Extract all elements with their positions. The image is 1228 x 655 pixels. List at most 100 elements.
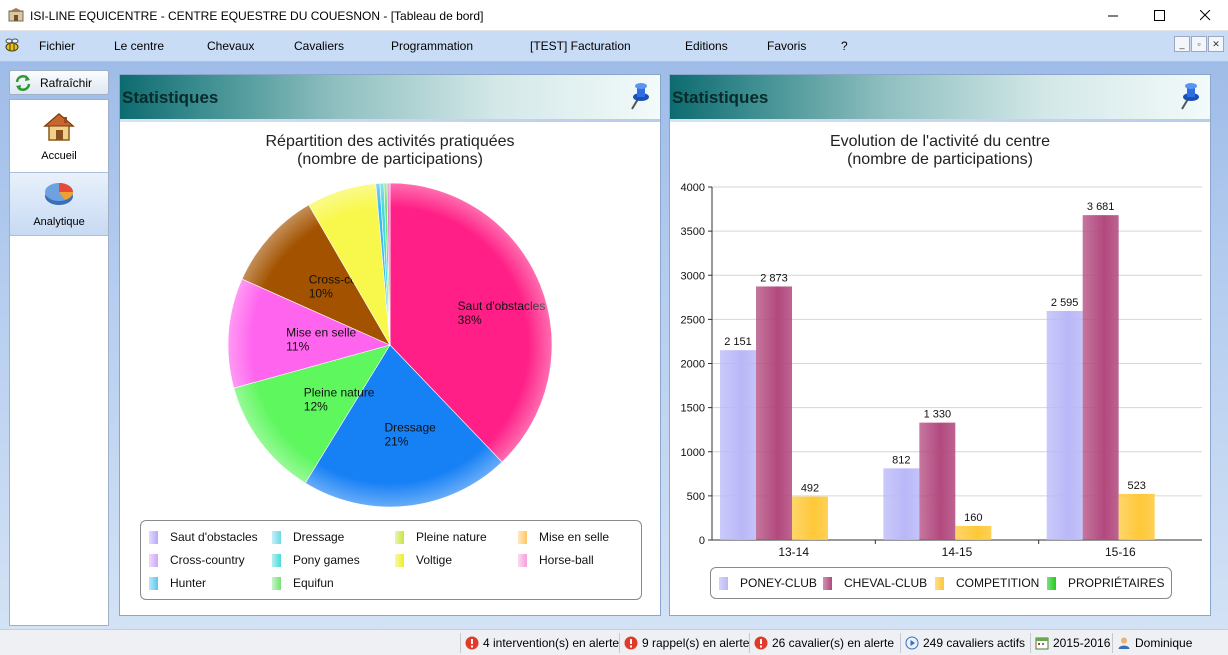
legend-swatch	[149, 530, 158, 544]
status-bar: 4 intervention(s) en alerte 9 rappel(s) …	[0, 629, 1228, 655]
mdi-restore-button[interactable]: ▫	[1191, 36, 1207, 52]
sidebar-item-analytique[interactable]: Analytique	[10, 172, 108, 236]
y-tick-label: 1000	[681, 447, 705, 459]
legend-swatch	[518, 553, 527, 567]
chart-subtitle: (nombre de participations)	[847, 151, 1033, 168]
legend-item-voltige: Voltige	[395, 553, 452, 567]
legend-label: Cross-country	[170, 553, 245, 567]
menu-favoris[interactable]: Favoris	[767, 39, 806, 53]
data-label: 1 330	[924, 409, 952, 421]
menu-chevaux[interactable]: Chevaux	[207, 39, 254, 53]
house-icon	[43, 113, 75, 141]
stats-panel-bar: Statistiques Evolution de l'activité du …	[669, 74, 1211, 616]
refresh-button[interactable]: Rafraîchir	[9, 70, 109, 95]
legend-label: Voltige	[416, 553, 453, 567]
pushpin-icon[interactable]	[1176, 81, 1202, 111]
refresh-label: Rafraîchir	[40, 75, 93, 90]
pushpin-icon[interactable]	[626, 81, 652, 111]
legend-item-cross-country: Cross-country	[149, 553, 245, 567]
status-cavaliers-alert[interactable]: 26 cavalier(s) en alerte	[749, 633, 894, 653]
menu-facturation[interactable]: [TEST] Facturation	[530, 39, 631, 53]
nav-panel: Accueil Analytique	[9, 99, 109, 626]
legend-item-cheval-club: CHEVAL-CLUB	[823, 576, 927, 590]
status-active[interactable]: 249 cavaliers actifs	[900, 633, 1025, 653]
legend-item-dressage: Dressage	[272, 530, 344, 544]
maximize-icon	[1153, 10, 1165, 21]
status-season-label: 2015-2016	[1053, 636, 1111, 650]
data-label: 3 681	[1087, 201, 1115, 213]
user-icon	[1118, 637, 1130, 649]
y-tick-label: 2000	[681, 359, 705, 371]
chart-title: Evolution de l'activité du centre	[829, 133, 1051, 150]
title-bar: ISI-LINE EQUICENTRE - CENTRE EQUESTRE DU…	[0, 0, 1228, 31]
menu-editions[interactable]: Editions	[685, 39, 728, 53]
status-user[interactable]: Dominique	[1112, 633, 1192, 653]
pie-chart: Saut d'obstacles38%Dressage21%Pleine nat…	[227, 182, 553, 508]
calendar-icon	[1035, 637, 1049, 650]
alert-icon	[465, 636, 479, 650]
bar-cheval-club-15-16	[1082, 215, 1119, 541]
window-title: ISI-LINE EQUICENTRE - CENTRE EQUESTRE DU…	[30, 9, 484, 23]
data-label: 2 151	[724, 336, 752, 348]
legend-swatch	[272, 553, 281, 567]
status-rappels-label: 9 rappel(s) en alerte	[642, 636, 750, 650]
mdi-controls: _ ▫ ✕	[1174, 36, 1224, 52]
close-button[interactable]	[1182, 0, 1228, 31]
legend-swatch	[272, 576, 281, 590]
legend-label: Hunter	[170, 576, 207, 590]
legend-item-hunter: Hunter	[149, 576, 206, 590]
menu-help[interactable]: ?	[841, 39, 848, 53]
data-label: 812	[892, 454, 910, 466]
menu-cavaliers[interactable]: Cavaliers	[294, 39, 344, 53]
bar-poney-club-14-15	[883, 468, 920, 540]
bar-competition-13-14	[792, 496, 828, 540]
y-tick-label: 500	[687, 491, 705, 503]
mdi-minimize-button[interactable]: _	[1174, 36, 1190, 52]
legend-label: Pony games	[293, 553, 360, 567]
status-interventions-label: 4 intervention(s) en alerte	[483, 636, 620, 650]
pie-legend: Saut d'obstacles Dressage Pleine nature Mis…	[140, 520, 642, 600]
y-tick-label: 0	[699, 535, 705, 547]
x-tick-label: 13-14	[778, 545, 809, 559]
bar-poney-club-13-14	[720, 350, 756, 540]
sidebar-item-accueil[interactable]: Accueil	[10, 107, 108, 170]
legend-item-pony-games: Pony games	[272, 553, 360, 567]
bee-icon[interactable]	[4, 37, 20, 53]
y-tick-label: 3000	[681, 270, 705, 282]
y-tick-label: 3500	[681, 226, 705, 238]
close-icon	[1199, 10, 1210, 21]
legend-swatch	[149, 553, 158, 567]
mdi-close-button[interactable]: ✕	[1208, 36, 1224, 52]
menu-fichier[interactable]: Fichier	[39, 39, 75, 53]
data-label: 2 595	[1051, 297, 1079, 309]
sidebar-item-label: Analytique	[33, 216, 85, 228]
menu-le-centre[interactable]: Le centre	[114, 39, 164, 53]
legend-label: Saut d'obstacles	[170, 530, 258, 544]
minimize-button[interactable]	[1090, 0, 1136, 31]
legend-swatch	[935, 576, 944, 590]
status-rappels[interactable]: 9 rappel(s) en alerte	[619, 633, 749, 653]
y-tick-label: 2500	[681, 314, 705, 326]
bar-competition-15-16	[1118, 493, 1155, 540]
data-label: 2 873	[760, 272, 788, 284]
menu-programmation[interactable]: Programmation	[391, 39, 473, 53]
legend-item-competition: COMPETITION	[935, 576, 1039, 590]
legend-label: Horse-ball	[539, 553, 594, 567]
legend-item-equifun: Equifun	[272, 576, 334, 590]
panel-title: Statistiques	[672, 88, 769, 107]
minimize-icon	[1107, 15, 1118, 17]
pie-highlight	[228, 183, 552, 507]
x-tick-label: 14-15	[942, 545, 973, 559]
sidebar: Rafraîchir Accueil Analytique	[9, 70, 109, 626]
legend-label: COMPETITION	[956, 576, 1040, 590]
status-season[interactable]: 2015-2016	[1030, 633, 1110, 653]
stats-panel-pie: Statistiques Répartition des activités p…	[119, 74, 661, 616]
status-cavaliers-alert-label: 26 cavalier(s) en alerte	[772, 636, 895, 650]
legend-label: PONEY-CLUB	[740, 576, 817, 590]
sidebar-item-label: Accueil	[41, 150, 77, 162]
maximize-button[interactable]	[1136, 0, 1182, 31]
status-interventions[interactable]: 4 intervention(s) en alerte	[460, 633, 619, 653]
alert-icon	[754, 636, 768, 650]
legend-swatch	[272, 530, 281, 544]
status-active-label: 249 cavaliers actifs	[923, 636, 1026, 650]
